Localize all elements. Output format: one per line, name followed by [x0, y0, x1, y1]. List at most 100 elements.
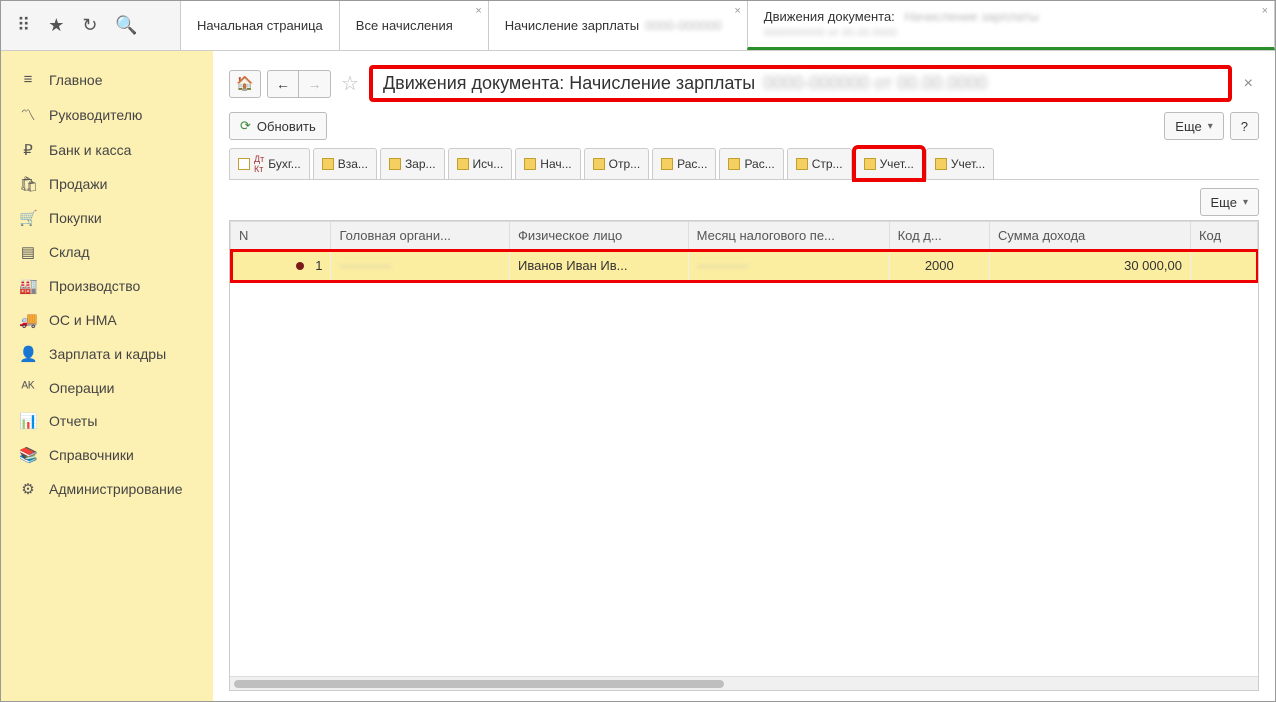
close-icon[interactable]: ×	[475, 5, 481, 17]
table-row[interactable]: 1 ———— Иванов Иван Ив... ———— 2000 30 00…	[231, 250, 1258, 282]
register-tabs: ДтКтБухг... Вза... Зар... Исч... Нач... …	[229, 148, 1259, 180]
button-label: Еще	[1211, 195, 1237, 210]
col-sum[interactable]: Сумма дохода	[990, 222, 1191, 250]
bars-icon: 📊	[19, 412, 37, 430]
sidebar-item-payroll[interactable]: 👤Зарплата и кадры	[1, 337, 213, 371]
chart-icon: 〽	[19, 104, 37, 125]
sidebar: ≡Главное 〽 Руководителю ₽Банк и касса 🛍Пр…	[1, 51, 213, 701]
sidebar-item-admin[interactable]: ⚙ Администрирование	[1, 472, 213, 506]
register-icon	[389, 158, 401, 170]
col-org[interactable]: Головная органи...	[331, 222, 510, 250]
reg-tab[interactable]: Учет...	[926, 148, 994, 179]
menu-icon: ≡	[19, 71, 37, 88]
tab-payroll[interactable]: Начисление зарплаты 0000-000000 ×	[488, 1, 748, 50]
grid-icon: ▤	[19, 243, 37, 261]
reg-tab[interactable]: Нач...	[515, 148, 580, 179]
reg-tab-accounting[interactable]: ДтКтБухг...	[229, 148, 310, 179]
star-icon[interactable]: ★	[48, 15, 64, 36]
register-icon	[935, 158, 947, 170]
cell-person: Иванов Иван Ив...	[510, 250, 689, 282]
close-button[interactable]: ×	[1238, 75, 1259, 93]
tab-home[interactable]: Начальная страница	[180, 1, 340, 50]
register-icon	[524, 158, 536, 170]
sidebar-item-label: Отчеты	[49, 413, 97, 429]
back-button[interactable]: ←	[267, 70, 299, 98]
sidebar-item-bank[interactable]: ₽Банк и касса	[1, 133, 213, 167]
register-icon	[864, 158, 876, 170]
tab-label: Движения документа:	[764, 9, 895, 24]
sidebar-item-main[interactable]: ≡Главное	[1, 63, 213, 96]
sidebar-item-label: Руководителю	[49, 107, 142, 123]
sidebar-item-sales[interactable]: 🛍Продажи	[1, 167, 213, 201]
button-label: ?	[1241, 119, 1248, 134]
button-label: Еще	[1175, 119, 1201, 134]
sidebar-item-production[interactable]: 🏭Производство	[1, 269, 213, 303]
history-icon[interactable]: ↻	[82, 15, 97, 36]
col-code[interactable]: Код д...	[889, 222, 989, 250]
home-button[interactable]: 🏠	[229, 70, 261, 98]
gear-icon: ⚙	[19, 480, 37, 498]
main-panel: 🏠 ← → ☆ Движения документа: Начисление з…	[213, 51, 1275, 701]
help-button[interactable]: ?	[1230, 112, 1259, 140]
reg-tab-label: Стр...	[812, 157, 843, 171]
reg-tab-label: Учет...	[951, 157, 985, 171]
record-dot-icon	[296, 262, 304, 270]
bag-icon: 🛍	[19, 175, 37, 193]
table-more-button[interactable]: Еще	[1200, 188, 1259, 216]
more-button[interactable]: Еще	[1164, 112, 1223, 140]
register-icon	[796, 158, 808, 170]
sidebar-item-label: Зарплата и кадры	[49, 346, 166, 362]
reg-tab-active[interactable]: Учет...	[855, 148, 923, 179]
sidebar-item-warehouse[interactable]: ▤Склад	[1, 235, 213, 269]
reg-tab[interactable]: Рас...	[652, 148, 716, 179]
reg-tab-label: Вза...	[338, 157, 368, 171]
register-icon	[238, 158, 250, 170]
reg-tab[interactable]: Вза...	[313, 148, 377, 179]
tab-label: Начисление зарплаты	[505, 18, 639, 33]
sidebar-item-purchases[interactable]: 🛒Покупки	[1, 201, 213, 235]
sidebar-item-manager[interactable]: 〽 Руководителю	[1, 96, 213, 133]
cart-icon: 🛒	[19, 209, 37, 227]
cell-code: 2000	[889, 250, 989, 282]
sidebar-item-label: Администрирование	[49, 481, 183, 497]
search-icon[interactable]: 🔍	[115, 15, 137, 36]
apps-icon[interactable]: ⠿	[17, 15, 30, 36]
page-title-text: Движения документа: Начисление зарплаты	[383, 73, 755, 94]
register-icon	[457, 158, 469, 170]
forward-button[interactable]: →	[299, 70, 331, 98]
refresh-button[interactable]: ⟳ Обновить	[229, 112, 327, 140]
horizontal-scrollbar[interactable]	[230, 676, 1258, 690]
register-icon	[661, 158, 673, 170]
reg-tab-label: Рас...	[744, 157, 774, 171]
reg-tab[interactable]: Стр...	[787, 148, 852, 179]
col-code2[interactable]: Код	[1190, 222, 1257, 250]
col-month[interactable]: Месяц налогового пе...	[688, 222, 889, 250]
register-icon	[728, 158, 740, 170]
scrollbar-thumb[interactable]	[234, 680, 724, 688]
cell-sum: 30 000,00	[990, 250, 1191, 282]
sidebar-item-label: ОС и НМА	[49, 312, 117, 328]
tab-all-accruals[interactable]: Все начисления ×	[339, 1, 489, 50]
sidebar-item-catalogs[interactable]: 📚Справочники	[1, 438, 213, 472]
sidebar-item-label: Справочники	[49, 447, 134, 463]
factory-icon: 🏭	[19, 277, 37, 295]
truck-icon: 🚚	[19, 311, 37, 329]
sidebar-item-operations[interactable]: ᴬᴷОперации	[1, 371, 213, 404]
cell-n: 1	[231, 250, 331, 282]
sidebar-item-assets[interactable]: 🚚 ОС и НМА	[1, 303, 213, 337]
reg-tab[interactable]: Отр...	[584, 148, 650, 179]
reg-tab[interactable]: Исч...	[448, 148, 513, 179]
sidebar-item-reports[interactable]: 📊 Отчеты	[1, 404, 213, 438]
tab-movements[interactable]: Движения документа: Начисление зарплаты …	[747, 1, 1275, 50]
close-icon[interactable]: ×	[1262, 5, 1268, 17]
window-tabs: Начальная страница Все начисления × Начи…	[181, 1, 1275, 50]
close-icon[interactable]: ×	[734, 5, 740, 17]
reg-tab-label: Нач...	[540, 157, 571, 171]
favorite-icon[interactable]: ☆	[341, 71, 359, 96]
reg-tab[interactable]: Рас...	[719, 148, 783, 179]
col-n[interactable]: N	[231, 222, 331, 250]
ruble-icon: ₽	[19, 141, 37, 159]
col-person[interactable]: Физическое лицо	[510, 222, 689, 250]
button-label: Обновить	[257, 119, 316, 134]
reg-tab[interactable]: Зар...	[380, 148, 445, 179]
